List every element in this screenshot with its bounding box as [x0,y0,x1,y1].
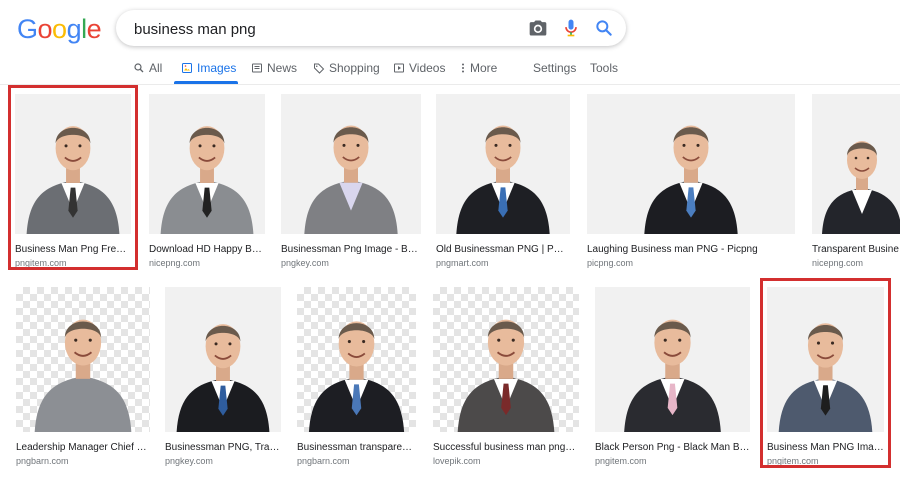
result-source[interactable]: picpng.com [587,258,633,268]
tab-label: Shopping [329,61,380,75]
logo-letter: G [17,14,38,44]
result-thumbnail[interactable] [433,287,579,432]
result-source[interactable]: nicepng.com [812,258,863,268]
businessman-photo [456,125,550,234]
news-icon [252,63,262,73]
image-result[interactable]: Laughing Business man PNG - Picpng picpng… [587,94,795,268]
result-source[interactable]: pngbarn.com [16,456,69,466]
businessman-photo [308,321,405,432]
image-result[interactable]: Old Businessman PNG | PN… pngmart.com [436,94,570,268]
result-thumbnail[interactable] [436,94,570,234]
result-thumbnail[interactable] [165,287,281,432]
tab-label: Images [197,61,237,75]
tab-images[interactable]: Images [181,58,236,78]
result-source[interactable]: pngbarn.com [297,456,350,466]
result-source[interactable]: lovepik.com [433,456,481,466]
result-title[interactable]: Businessman Png Image - B… [281,244,421,255]
logo-letter: o [52,14,67,44]
microphone-icon[interactable] [561,18,581,38]
tools-link[interactable]: Tools [590,58,618,78]
result-title[interactable]: Transparent Busine… [812,244,900,255]
result-title[interactable]: Black Person Png - Black Man B… [595,442,750,453]
settings-link[interactable]: Settings [533,58,576,78]
camera-icon[interactable] [528,18,548,38]
result-source[interactable]: pngmart.com [436,258,489,268]
result-thumbnail[interactable] [16,287,150,432]
more-vert-icon [462,63,464,73]
image-result[interactable]: Businessman PNG, Tra… pngkey.com [165,287,281,466]
tab-all[interactable]: All [133,58,162,78]
logo-letter: g [66,14,82,44]
image-icon [182,63,192,73]
result-thumbnail[interactable] [149,94,265,234]
result-title[interactable]: Download HD Happy B… [149,244,265,255]
red-highlight-box [760,278,891,468]
tab-videos[interactable]: Videos [393,58,445,78]
image-result[interactable]: Businessman Png Image - B… pngkey.com [281,94,421,268]
search-icon [134,63,144,73]
result-title[interactable]: Laughing Business man PNG - Picpng [587,244,795,255]
tab-label: More [470,61,498,75]
image-result[interactable]: Leadership Manager Chief … pngbarn.com [16,287,150,466]
image-result[interactable]: Successful business man png… lovepik.com [433,287,579,466]
result-title[interactable]: Leadership Manager Chief … [16,442,150,453]
result-thumbnail[interactable] [587,94,795,234]
result-title[interactable]: Old Businessman PNG | PN… [436,244,570,255]
businessman-photo [822,141,900,234]
result-thumbnail[interactable] [281,94,421,234]
result-source[interactable]: nicepng.com [149,258,200,268]
image-result[interactable]: Businessman transpare… pngbarn.com [297,287,416,466]
result-thumbnail[interactable] [297,287,416,432]
tab-label: All [149,61,163,75]
tab-news[interactable]: News [251,58,297,78]
search-box [116,10,626,46]
red-highlight-box [8,85,138,270]
image-result[interactable]: Transparent Busine… nicepng.com [812,94,900,268]
play-icon [394,63,404,73]
search-icon[interactable] [594,18,614,38]
image-result[interactable]: Download HD Happy B… nicepng.com [149,94,265,268]
result-title[interactable]: Businessman PNG, Tra… [165,442,281,453]
image-result[interactable]: Black Person Png - Black Man B… pngitem.c… [595,287,750,466]
businessman-photo [644,125,738,234]
google-logo[interactable]: Google [17,14,102,45]
businessman-photo [160,126,254,234]
active-tab-indicator [174,81,238,84]
businessman-photo [624,319,721,432]
result-source[interactable]: pngkey.com [281,258,329,268]
result-title[interactable]: Successful business man png… [433,442,579,453]
logo-letter: e [86,14,102,44]
businessman-photo [457,319,555,432]
result-title[interactable]: Businessman transpare… [297,442,416,453]
search-input[interactable] [132,17,516,41]
result-source[interactable]: pngkey.com [165,456,213,466]
tab-shopping[interactable]: Shopping [313,58,380,78]
search-tabs: All Images News Shopping Videos More Set… [0,52,900,85]
tab-label: News [267,61,298,75]
tab-label: Videos [409,61,446,75]
result-source[interactable]: pngitem.com [595,456,647,466]
businessman-photo [34,319,132,432]
businessman-photo [304,125,398,234]
tag-icon [314,63,325,74]
result-thumbnail[interactable] [595,287,750,432]
logo-letter: o [37,14,53,44]
businessman-photo [176,324,270,432]
result-thumbnail[interactable] [812,94,900,234]
tab-more[interactable]: More [460,58,497,78]
